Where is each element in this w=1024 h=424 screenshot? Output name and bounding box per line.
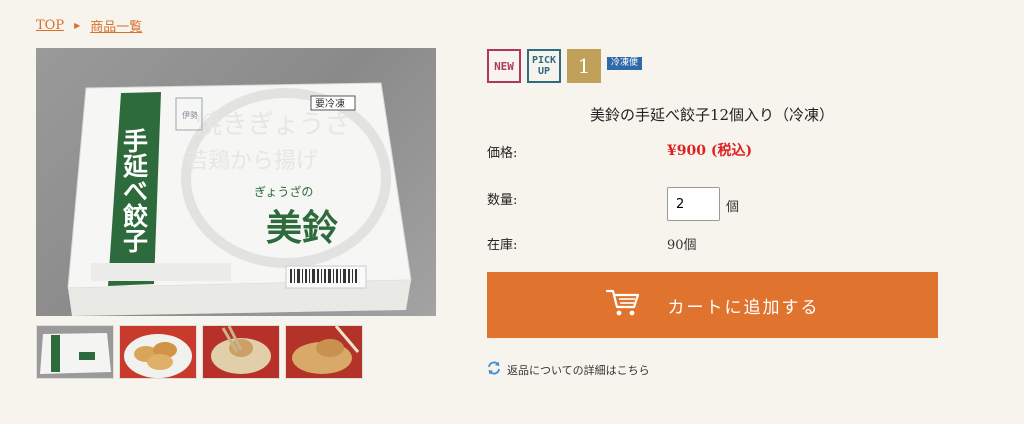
- add-to-cart-button[interactable]: カートに追加する: [487, 272, 938, 338]
- badge-row: NEW PICK UP 1 冷凍便: [487, 49, 643, 83]
- pickup-badge-line-2: UP: [537, 66, 551, 77]
- price-label: 価格:: [487, 146, 518, 161]
- thumbnail-strip: [36, 325, 363, 379]
- watermark-text-2: 若鶏から揚げ: [186, 149, 318, 174]
- watermark-text-1: 焼きぎょうざ: [196, 110, 351, 140]
- quantity-unit: 個: [726, 200, 740, 215]
- breadcrumb-products-link[interactable]: 商品一覧: [90, 16, 142, 35]
- pickup-badge-line-1: PICK: [531, 55, 557, 66]
- package-frozen-tag: 要冷凍: [315, 97, 345, 110]
- product-box-illustration: 焼きぎょうざ 若鶏から揚げ 手延べ餃子 伊勢 要冷凍 ぎょうざの 美鈴: [67, 82, 412, 316]
- add-to-cart-label: カートに追加する: [667, 297, 820, 318]
- quantity-input[interactable]: [667, 187, 720, 221]
- return-policy-link[interactable]: 返品についての詳細はこちら: [487, 361, 650, 378]
- price-value: ¥900 (税込): [667, 143, 753, 159]
- thumbnail-1[interactable]: [36, 325, 114, 379]
- stock-value: 90個: [667, 238, 697, 253]
- new-badge: NEW: [487, 49, 521, 83]
- triangle-right-icon: ▶: [74, 21, 81, 30]
- return-policy-label: 返品についての詳細はこちら: [507, 363, 650, 377]
- main-product-image[interactable]: 焼きぎょうざ 若鶏から揚げ 手延べ餃子 伊勢 要冷凍 ぎょうざの 美鈴: [36, 48, 436, 316]
- store-mark: 伊勢: [182, 110, 198, 120]
- package-brand-small: ぎょうざの: [254, 184, 313, 199]
- package-side-label: 手延べ餃子: [120, 128, 150, 253]
- breadcrumb-top-link[interactable]: TOP: [36, 18, 64, 33]
- pickup-badge: PICK UP: [527, 49, 561, 83]
- stock-label: 在庫:: [487, 238, 518, 253]
- rank-badge: 1: [567, 49, 601, 83]
- thumbnail-2[interactable]: [119, 325, 197, 379]
- package-brand: 美鈴: [266, 207, 338, 249]
- cart-icon: [605, 288, 640, 323]
- product-title: 美鈴の手延べ餃子12個入り（冷凍）: [589, 106, 835, 124]
- refresh-icon: [487, 361, 501, 378]
- thumbnail-3[interactable]: [202, 325, 280, 379]
- frozen-delivery-badge: 冷凍便: [607, 57, 643, 70]
- thumbnail-4[interactable]: [285, 325, 363, 379]
- breadcrumb: TOP ▶ 商品一覧: [36, 16, 142, 35]
- quantity-label: 数量:: [487, 193, 518, 208]
